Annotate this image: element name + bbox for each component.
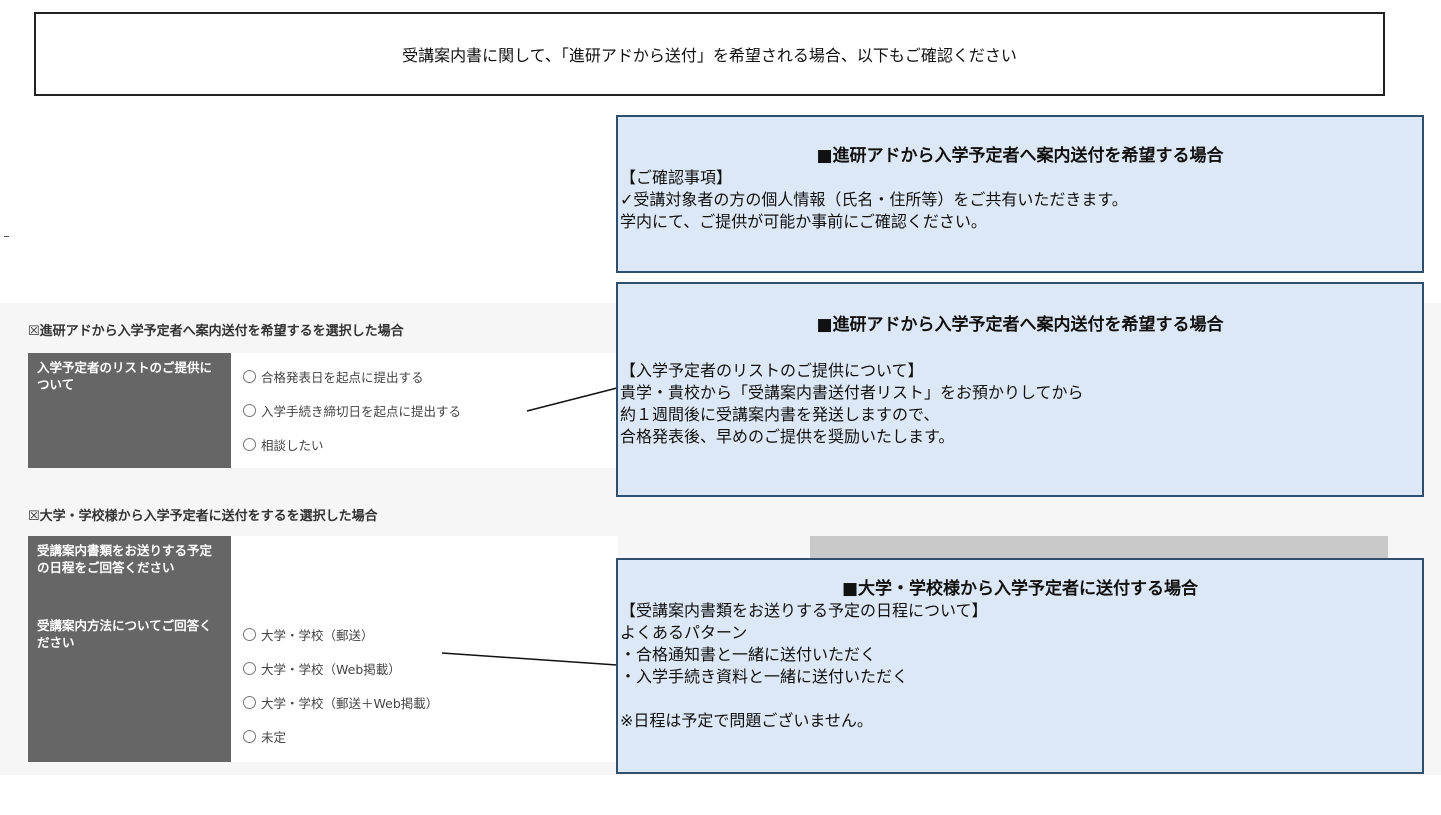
callout-school-line [620,688,1420,710]
option-label: 大学・学校（郵送＋Web掲載） [261,695,439,711]
option-label: 未定 [261,729,287,745]
option-label: 入学手続き締切日を起点に提出する [261,403,462,419]
schedule-body [231,536,618,611]
section2-form: 受講案内書類をお送りする予定の日程をご回答ください 受講案内方法についてご回答く… [28,536,618,762]
schedule-row: 受講案内書類をお送りする予定の日程をご回答ください [28,536,618,611]
option-label: 大学・学校（郵送） [261,627,374,643]
option-undecided[interactable]: 未定 [243,719,606,753]
radio-icon[interactable] [243,695,256,709]
callout-list-provision: ■進研アドから入学予定者へ案内送付を希望する場合 【入学予定者のリストのご提供に… [616,282,1424,497]
callout-school-line: よくあるパターン [620,623,748,642]
option-mail[interactable]: 大学・学校（郵送） [243,617,606,651]
section1-form: 入学予定者のリストのご提供について 合格発表日を起点に提出する 入学手続き締切日… [28,353,618,468]
callout-privacy-line: 学内にて、ご提供が可能か事前にご確認ください。 [620,212,987,231]
callout-privacy-line: ✓受講対象者の方の個人情報（氏名・住所等）をご共有いただきます。 [620,190,1128,209]
callout-school-line: ・合格通知書と一緒に送付いただく [620,645,877,664]
callout-privacy-line: 【ご確認事項】 [620,168,733,187]
radio-icon[interactable] [243,437,256,451]
list-provision-options: 合格発表日を起点に提出する 入学手続き締切日を起点に提出する 相談したい [231,353,618,468]
callout-school-line: ・入学手続き資料と一緒に送付いただく [620,667,909,686]
schedule-label: 受講案内書類をお送りする予定の日程をご回答ください [28,536,231,611]
banner-text: 受講案内書に関して、「進研アドから送付」を希望される場合、以下もご確認ください [402,46,1017,65]
callout-privacy: ■進研アドから入学予定者へ案内送付を希望する場合 【ご確認事項】 ✓受講対象者の… [616,115,1424,273]
option-deadline-date[interactable]: 入学手続き締切日を起点に提出する [243,393,606,427]
section1-title: ☒進研アドから入学予定者へ案内送付を希望するを選択した場合 [28,324,404,339]
callout-list-line: 貴学・貴校から「受講案内書送付者リスト」をお預かりしてから [620,383,1084,402]
option-consult[interactable]: 相談したい [243,427,606,461]
radio-icon[interactable] [243,403,256,417]
callout-list-title: ■進研アドから入学予定者へ案内送付を希望する場合 [816,315,1224,335]
callout-school-line: 【受講案内書類をお送りする予定の日程について】 [620,601,988,620]
delivery-method-options: 大学・学校（郵送） 大学・学校（Web掲載） 大学・学校（郵送＋Web掲載） 未… [231,611,618,762]
radio-icon[interactable] [243,627,256,641]
radio-icon[interactable] [243,729,256,743]
radio-icon[interactable] [243,661,256,675]
radio-icon[interactable] [243,369,256,383]
callout-list-line: 合格発表後、早めのご提供を奨励いたします。 [620,427,955,446]
callout-school-title: ■大学・学校様から入学予定者に送付する場合 [841,579,1199,599]
option-label: 大学・学校（Web掲載） [261,661,401,677]
option-label: 相談したい [261,437,324,453]
option-label: 合格発表日を起点に提出する [261,369,424,385]
section2-title: ☒大学・学校様から入学予定者に送付をするを選択した場合 [28,509,378,524]
option-web[interactable]: 大学・学校（Web掲載） [243,651,606,685]
top-banner: 受講案内書に関して、「進研アドから送付」を希望される場合、以下もご確認ください [34,12,1385,96]
option-mail-web[interactable]: 大学・学校（郵送＋Web掲載） [243,685,606,719]
delivery-method-label: 受講案内方法についてご回答ください [28,611,231,762]
divider-mark [4,236,9,237]
callout-list-line: 【入学予定者のリストのご提供について】 [620,361,924,380]
delivery-method-row: 受講案内方法についてご回答ください 大学・学校（郵送） 大学・学校（Web掲載）… [28,611,618,762]
option-results-date[interactable]: 合格発表日を起点に提出する [243,359,606,393]
callout-school-send: ■大学・学校様から入学予定者に送付する場合 【受講案内書類をお送りする予定の日程… [616,558,1424,774]
callout-privacy-title: ■進研アドから入学予定者へ案内送付を希望する場合 [816,146,1224,166]
list-provision-row: 入学予定者のリストのご提供について 合格発表日を起点に提出する 入学手続き締切日… [28,353,618,468]
callout-list-line: 約１週間後に受講案内書を発送しますので、 [620,405,940,424]
list-provision-label: 入学予定者のリストのご提供について [28,353,231,468]
callout-school-line: ※日程は予定で問題ございません。 [620,711,873,730]
